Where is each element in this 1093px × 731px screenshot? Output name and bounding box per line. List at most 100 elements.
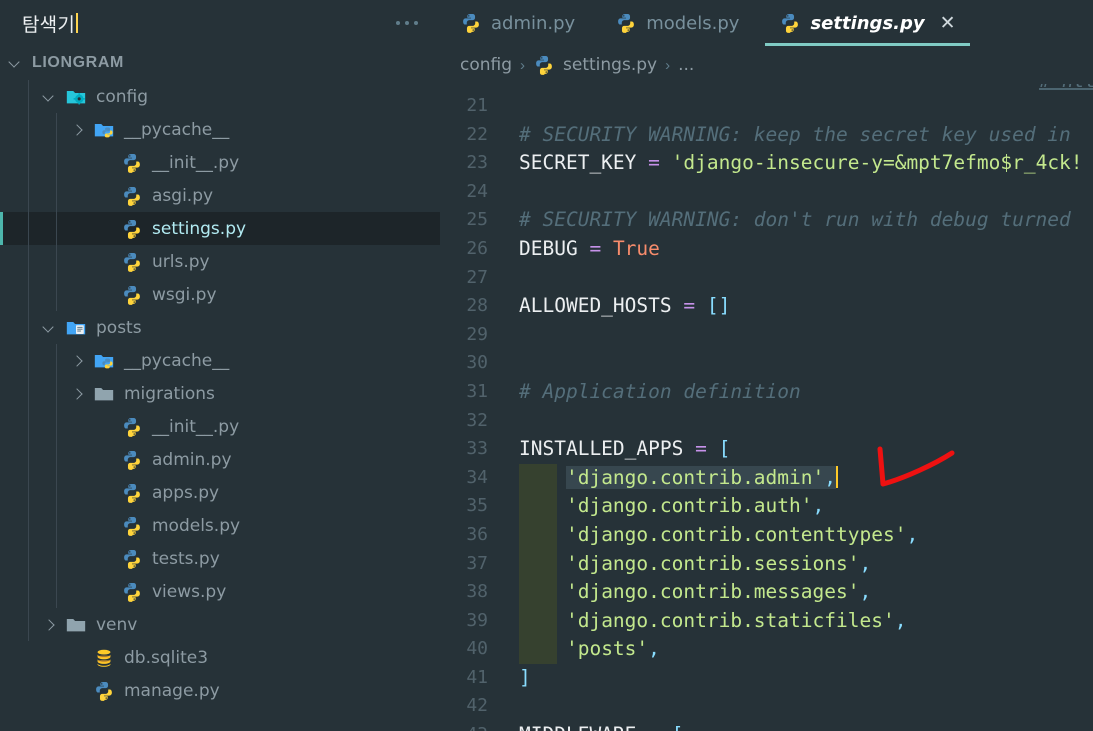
breadcrumb-file[interactable]: settings.py (563, 55, 657, 75)
code-line-34[interactable]: 34 'django.contrib.admin', (440, 463, 1093, 493)
python-file-icon (124, 483, 140, 503)
line-number: 34 (466, 466, 488, 488)
explorer-overflow-menu-icon[interactable] (392, 15, 422, 31)
code-line-30[interactable]: 30 (440, 349, 1093, 378)
line-number: 22 (466, 123, 488, 145)
vscode-window: 탐색기 LIONGRAM config __pycache__ __init__.p… (0, 0, 1093, 731)
code-line-26[interactable]: 26 DEBUG = True (440, 235, 1093, 264)
line-number: 37 (466, 552, 488, 574)
tree-file-models-py[interactable]: models.py (0, 509, 440, 542)
code-line-23[interactable]: 23 SECRET_KEY = 'django-insecure-y=&mpt7e… (440, 149, 1093, 178)
folder-icon (66, 618, 86, 631)
code-line-29[interactable]: 29 (440, 321, 1093, 350)
workspace-root-label: LIONGRAM (32, 54, 124, 71)
tree-file-init-py[interactable]: __init__.py (0, 146, 440, 179)
code-line-38[interactable]: 38 'django.contrib.messages', (440, 578, 1093, 607)
token-pad (519, 523, 566, 546)
line-number: 28 (466, 295, 488, 317)
editor-tab-settings-py[interactable]: settings.py ✕ (759, 0, 975, 46)
python-file-icon (124, 549, 140, 569)
code-line-25[interactable]: 25 # SECURITY WARNING: don't run with deb… (440, 206, 1093, 235)
line-number: 30 (466, 352, 488, 374)
chevron-right-icon[interactable] (42, 617, 58, 633)
tree-file-views-py[interactable]: views.py (0, 575, 440, 608)
line-number: 29 (466, 323, 488, 345)
close-icon[interactable]: ✕ (940, 13, 956, 33)
code-line-40[interactable]: 40 'posts', (440, 635, 1093, 664)
token-var: DEBUG (519, 236, 578, 260)
token-str: 'django.contrib.sessions' (565, 551, 860, 575)
code-line-24[interactable]: 24 (440, 178, 1093, 207)
tree-folder-config[interactable]: config (0, 80, 440, 113)
code-line-27[interactable]: 27 (440, 264, 1093, 293)
tree-folder-pycache[interactable]: __pycache__ (0, 344, 440, 377)
tree-folder-migrations[interactable]: migrations (0, 377, 440, 410)
tree-file-asgi-py[interactable]: asgi.py (0, 179, 440, 212)
python-file-icon (618, 14, 635, 33)
tree-file-tests-py[interactable]: tests.py (0, 542, 440, 575)
python-file-icon (124, 450, 140, 470)
explorer-sidebar: 탐색기 LIONGRAM config __pycache__ __init__.p… (0, 0, 440, 731)
code-line-text: 'django.contrib.admin', (519, 464, 1093, 493)
line-number: 24 (466, 180, 488, 202)
tree-item-label: manage.py (124, 680, 220, 701)
code-line-41[interactable]: 41] (440, 664, 1093, 693)
code-line-33[interactable]: 33 INSTALLED_APPS = [ (440, 435, 1093, 464)
code-content[interactable]: 21 22 # SECURITY WARNING: keep the secret … (440, 92, 1093, 731)
code-line-37[interactable]: 37 'django.contrib.sessions', (440, 549, 1093, 579)
chevron-right-icon[interactable] (70, 122, 86, 138)
tree-folder-posts[interactable]: posts (0, 311, 440, 344)
token-cm: # SECURITY WARNING: don't run with debug… (519, 208, 1071, 232)
code-line-32[interactable]: 32 (440, 407, 1093, 436)
code-line-text: SECRET_KEY = 'django-insecure-y=&mpt7efm… (519, 149, 1093, 178)
token-var: MIDDLEWARE (519, 723, 636, 731)
code-line-text: 'django.contrib.sessions', (519, 550, 1093, 579)
breadcrumb-folder[interactable]: config (460, 55, 512, 75)
tree-file-urls-py[interactable]: urls.py (0, 245, 440, 278)
code-line-42[interactable]: 42 (440, 692, 1093, 721)
token-str: 'django.contrib.contenttypes' (565, 522, 907, 546)
token-op: = (683, 437, 719, 461)
token-pun: , (894, 608, 907, 632)
code-line-text: 'django.contrib.staticfiles', (519, 607, 1093, 636)
folder-python-icon (94, 123, 114, 137)
tree-folder-venv[interactable]: venv (0, 608, 440, 641)
token-var: SECRET_KEY (519, 151, 637, 175)
line-number: 21 (466, 95, 488, 116)
code-line-36[interactable]: 36 'django.contrib.contenttypes', (440, 520, 1093, 550)
chevron-right-icon[interactable] (70, 353, 86, 369)
tree-file-init-py[interactable]: __init__.py (0, 410, 440, 443)
editor-tab-label: settings.py (810, 12, 925, 34)
breadcrumb-more[interactable]: ... (678, 55, 694, 75)
line-number: 35 (466, 495, 488, 517)
tree-folder-pycache[interactable]: __pycache__ (0, 113, 440, 146)
tree-file-settings-py[interactable]: settings.py (0, 212, 440, 245)
chevron-down-icon[interactable] (8, 55, 24, 71)
editor-tab-models-py[interactable]: models.py (595, 0, 759, 46)
tree-file-wsgi-py[interactable]: wsgi.py (0, 278, 440, 311)
code-line-text: ] (519, 664, 1093, 693)
tree-file-db-sqlite3[interactable]: db.sqlite3 (0, 641, 440, 674)
chevron-down-icon[interactable] (42, 320, 58, 336)
breadcrumb-separator-2-icon: › (665, 56, 671, 74)
chevron-down-icon[interactable] (42, 89, 58, 105)
tree-file-apps-py[interactable]: apps.py (0, 476, 440, 509)
editor-tab-admin-py[interactable]: admin.py (440, 0, 595, 46)
code-line-text: MIDDLEWARE = [ (519, 721, 1093, 731)
tree-file-admin-py[interactable]: admin.py (0, 443, 440, 476)
code-line-22[interactable]: 22 # SECURITY WARNING: keep the secret ke… (440, 121, 1093, 150)
code-line-text: # Application definition (519, 378, 1093, 407)
code-line-31[interactable]: 31 # Application definition (440, 378, 1093, 407)
code-line-28[interactable]: 28 ALLOWED_HOSTS = [] (440, 292, 1093, 321)
tree-file-manage-py[interactable]: manage.py (0, 674, 440, 707)
code-line-35[interactable]: 35 'django.contrib.auth', (440, 492, 1093, 521)
code-line-text: 'django.contrib.auth', (519, 492, 1093, 521)
python-file-icon (124, 516, 140, 536)
line-number: 25 (466, 209, 488, 231)
workspace-root-row[interactable]: LIONGRAM (0, 46, 440, 80)
code-line-39[interactable]: 39 'django.contrib.staticfiles', (440, 606, 1093, 636)
chevron-right-icon[interactable] (70, 386, 86, 402)
code-line-43[interactable]: 43 MIDDLEWARE = [ (440, 721, 1093, 731)
code-line-21[interactable]: 21 (440, 92, 1093, 121)
